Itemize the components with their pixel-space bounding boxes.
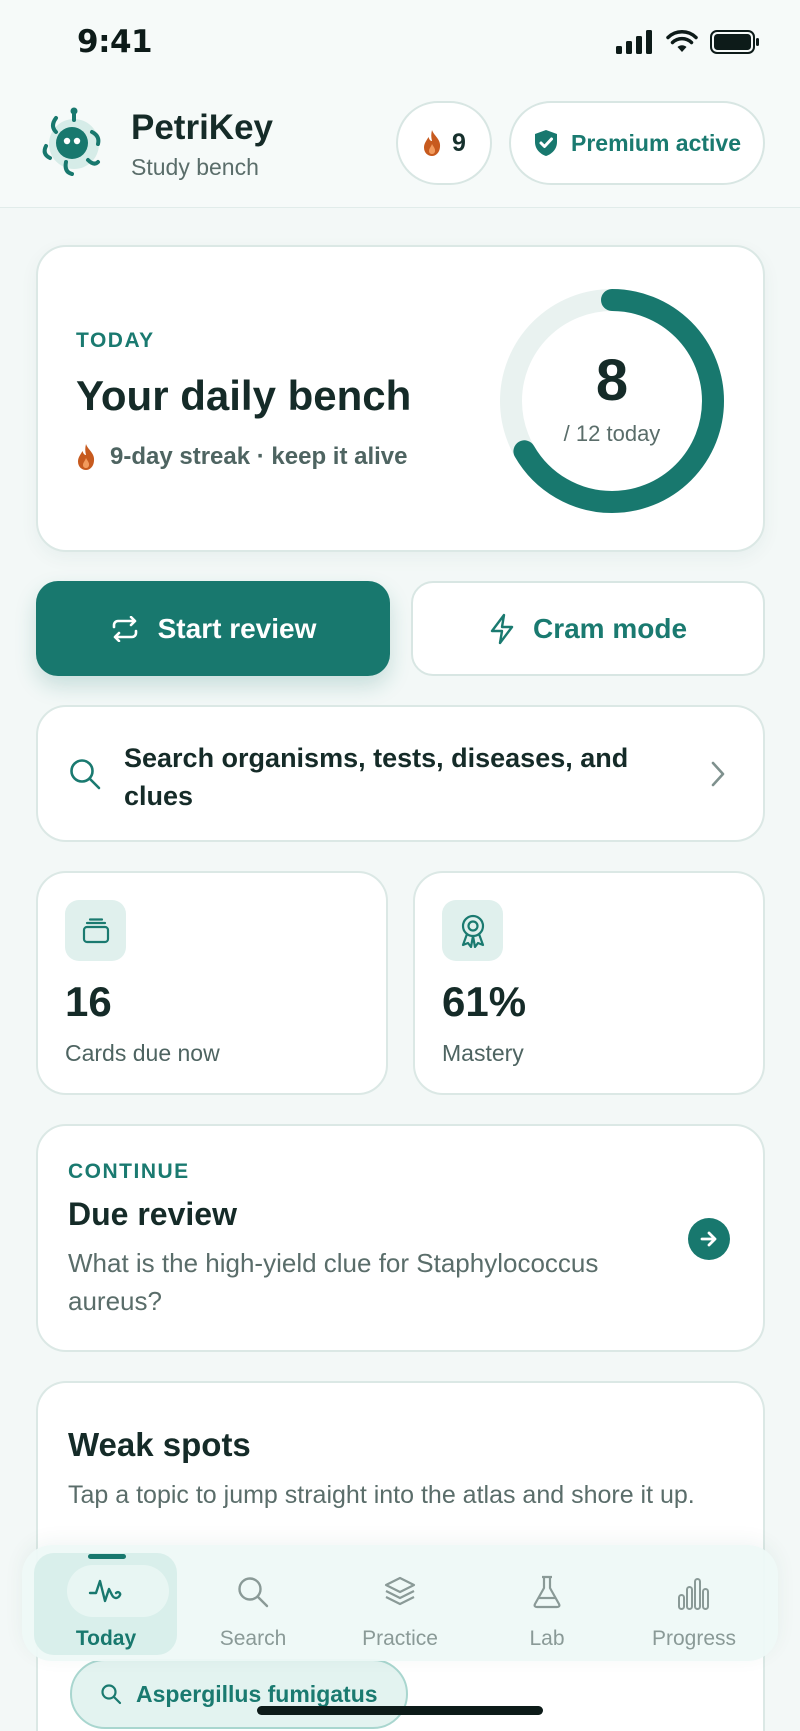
topic-chip[interactable]: Aspergillus fumigatus [70,1659,408,1729]
tab-lab-label: Lab [529,1627,565,1650]
petrikey-logo-icon [42,107,101,176]
home-indicator [257,1706,543,1715]
award-icon [442,900,503,961]
flame-icon [424,130,441,156]
tab-practice-label: Practice [362,1627,438,1650]
start-review-label: Start review [157,612,317,644]
premium-label: Premium active [570,129,742,156]
tab-search-label: Search [219,1627,287,1650]
daily-bench-title: Your daily bench [76,372,412,419]
chevron-right-icon [709,760,727,793]
topic-chip-label: Aspergillus fumigatus [136,1680,378,1707]
flame-icon [78,444,95,470]
tab-today-label: Today [75,1627,137,1650]
cards-due-stat[interactable]: 16 Cards due now [36,871,388,1095]
search-icon [101,1684,122,1705]
battery-icon [710,30,759,54]
tab-progress-label: Progress [651,1627,737,1650]
weak-spots-description: Tap a topic to jump straight into the at… [68,1481,695,1509]
cellular-signal-icon [616,30,652,54]
cards-icon [65,900,126,961]
activity-icon [88,1579,122,1603]
status-icons [616,30,760,54]
daily-bench-card: TODAY Your daily bench 9-day streak · ke… [36,245,765,552]
status-bar: 9:41 [0,0,800,86]
weak-spots-title: Weak spots [68,1426,251,1463]
mastery-label: Mastery [442,1040,524,1066]
progress-label: / 12 today [563,421,661,446]
arrow-right-icon[interactable] [688,1218,730,1260]
wifi-icon [666,30,698,52]
cram-mode-label: Cram mode [532,612,688,644]
continue-review-card[interactable]: CONTINUE Due review What is the high-yie… [36,1124,765,1352]
continue-description: What is the high-yield clue for Staphylo… [68,1248,599,1316]
streak-reminder-text: 9-day streak · keep it alive [110,443,408,470]
cards-due-value: 16 [65,978,112,1025]
app-header: PetriKey Study bench 9 Premium active [0,86,800,208]
search-icon [238,1577,269,1608]
mastery-value: 61% [442,978,527,1025]
continue-eyebrow: CONTINUE [68,1160,190,1183]
tab-practice[interactable]: Practice [329,1545,471,1661]
repeat-icon [112,615,137,642]
streak-reminder: 9-day streak · keep it alive [76,443,408,471]
tab-lab[interactable]: Lab [476,1545,618,1661]
brand-name: PetriKey [131,108,274,147]
tab-today[interactable]: Today [35,1545,177,1661]
streak-count: 9 [452,128,466,157]
search-placeholder: Search organisms, tests, diseases, and c… [124,743,629,811]
layers-icon [384,1576,416,1606]
bar-chart-icon [678,1578,709,1610]
search-bar[interactable]: Search organisms, tests, diseases, and c… [36,705,765,842]
brand-subtitle: Study bench [131,154,259,180]
lightning-icon [490,613,514,644]
shield-check-icon [534,130,557,156]
status-time: 9:41 [77,24,153,60]
cram-mode-button[interactable]: Cram mode [411,581,765,676]
start-review-button[interactable]: Start review [36,581,390,676]
flask-icon [533,1575,561,1609]
continue-title: Due review [68,1196,237,1232]
today-eyebrow: TODAY [76,329,155,352]
cards-due-label: Cards due now [65,1040,220,1066]
mastery-stat[interactable]: 61% Mastery [413,871,765,1095]
streak-badge[interactable]: 9 [396,101,492,185]
search-icon [68,757,102,796]
progress-value: 8 [595,348,629,413]
tab-search[interactable]: Search [182,1545,324,1661]
tab-progress[interactable]: Progress [623,1545,765,1661]
premium-badge[interactable]: Premium active [509,101,765,185]
bottom-tab-bar: Today Search Practice Lab Progress [22,1545,778,1661]
